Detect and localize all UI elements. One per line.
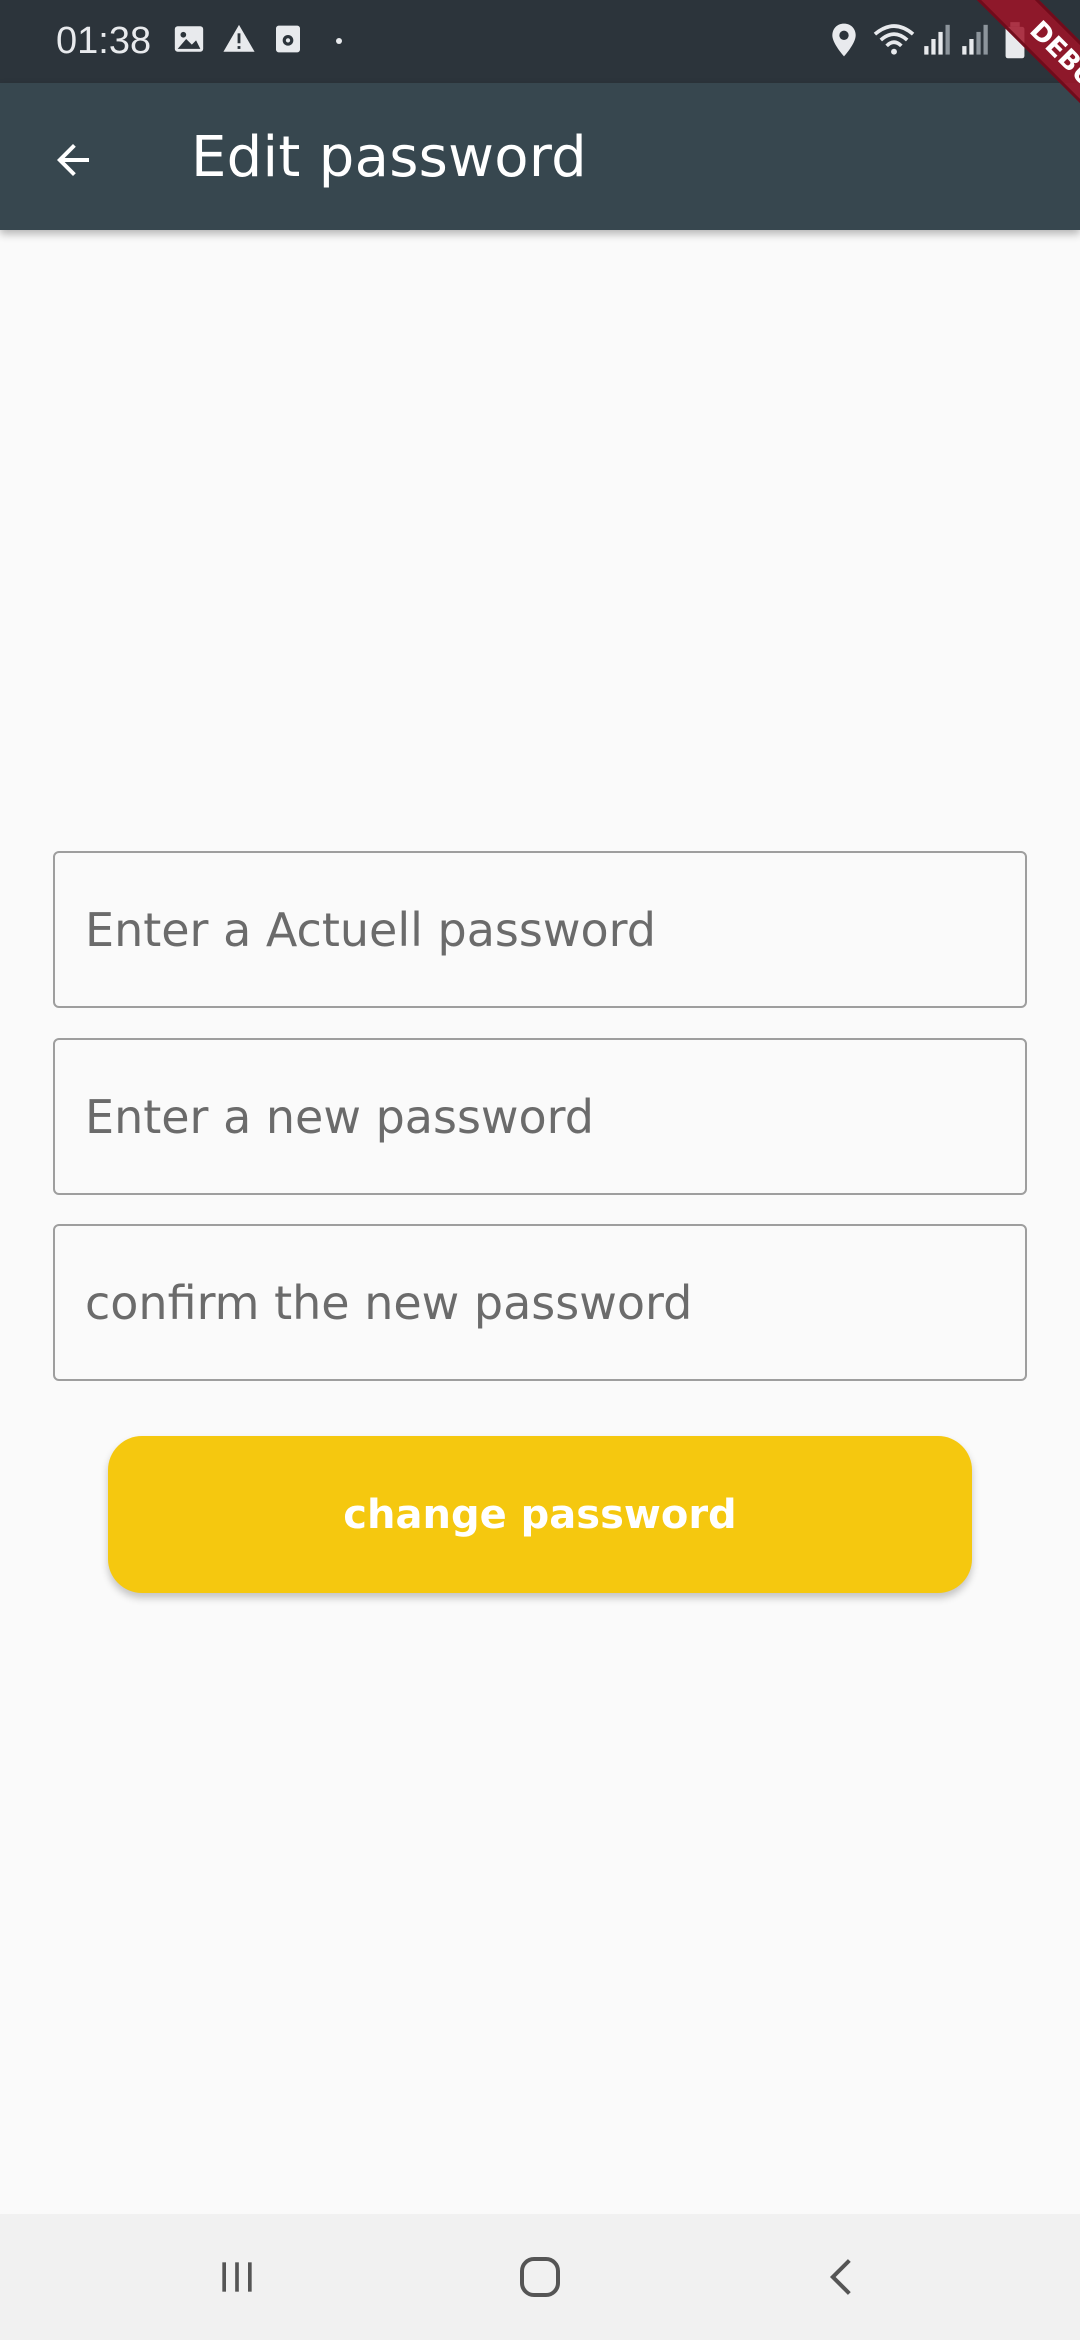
battery-icon [1005, 22, 1025, 59]
signal-icon [924, 24, 950, 55]
current-password-input[interactable] [55, 853, 1025, 1006]
confirm-password-input[interactable] [55, 1226, 1025, 1379]
arrow-left-icon [57, 144, 89, 176]
back-icon [829, 2259, 851, 2295]
recents-button[interactable] [177, 2234, 297, 2320]
image-icon [174, 26, 204, 52]
signal-icon [962, 24, 988, 55]
location-icon [832, 23, 856, 57]
home-icon [520, 2257, 560, 2297]
back-nav-button[interactable] [782, 2234, 902, 2320]
recents-icon [222, 2262, 252, 2292]
app-bar: Edit password [0, 83, 1080, 230]
home-button[interactable] [480, 2234, 600, 2320]
current-password-field[interactable] [53, 851, 1027, 1008]
new-password-field[interactable] [53, 1038, 1027, 1195]
record-icon [276, 25, 300, 53]
new-password-input[interactable] [55, 1040, 1025, 1193]
wifi-icon [873, 24, 915, 55]
change-password-button[interactable]: change password [108, 1436, 972, 1593]
system-nav-bar [0, 2214, 1080, 2340]
warning-icon [223, 24, 255, 52]
back-button[interactable] [36, 123, 110, 197]
status-time: 01:38 [56, 20, 152, 62]
confirm-password-field[interactable] [53, 1224, 1027, 1381]
status-bar: 01:38 [0, 0, 1080, 83]
page-title: Edit password [191, 125, 588, 190]
dot-icon [336, 38, 342, 44]
